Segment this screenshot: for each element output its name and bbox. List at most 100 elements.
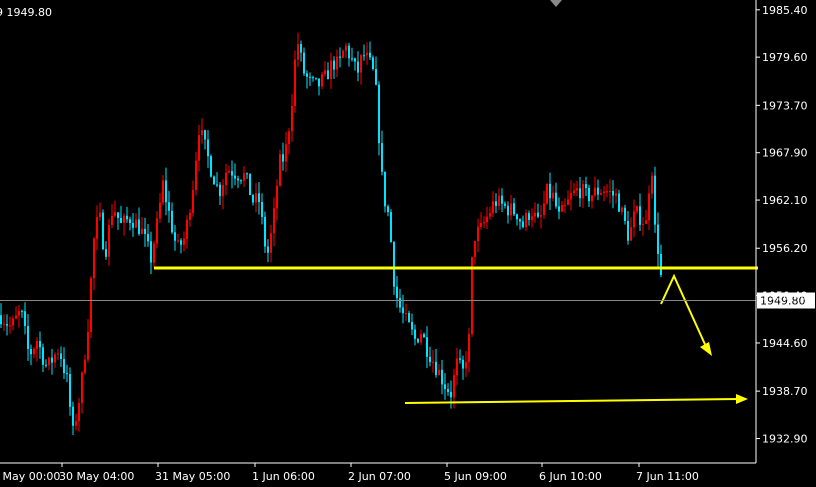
candle-body bbox=[30, 349, 32, 355]
candle-body bbox=[183, 238, 185, 245]
candle-body bbox=[339, 56, 341, 58]
candle-body bbox=[591, 195, 593, 202]
candle-body bbox=[447, 389, 449, 392]
candle-body bbox=[561, 205, 563, 212]
candle-body bbox=[102, 212, 104, 250]
candle-body bbox=[156, 218, 158, 244]
candle-body bbox=[282, 154, 284, 162]
candle-body bbox=[576, 188, 578, 191]
candle-body bbox=[177, 240, 179, 242]
candle-body bbox=[93, 238, 95, 279]
candle-body bbox=[207, 139, 209, 157]
candle-body bbox=[123, 215, 125, 223]
candle-body bbox=[396, 286, 398, 299]
candle-body bbox=[489, 213, 491, 217]
x-tick-label: 9 May 00:00 bbox=[0, 470, 60, 483]
candle-body bbox=[360, 55, 362, 73]
candle-body bbox=[114, 212, 116, 216]
candle-body bbox=[354, 58, 356, 62]
candle-body bbox=[321, 74, 323, 87]
candle-body bbox=[531, 216, 533, 220]
x-tick-label: 31 May 05:00 bbox=[155, 470, 230, 483]
candle-body bbox=[21, 311, 23, 313]
candle-body bbox=[99, 212, 101, 218]
y-tick-label: 1956.20 bbox=[762, 242, 808, 255]
candle-body bbox=[252, 195, 254, 203]
candle-body bbox=[306, 73, 308, 77]
candle-body bbox=[174, 232, 176, 241]
candle-body bbox=[261, 202, 263, 217]
candle-body bbox=[126, 215, 128, 220]
candle-body bbox=[291, 105, 293, 132]
candle-body bbox=[240, 180, 242, 182]
candle-body bbox=[171, 210, 173, 233]
candle-body bbox=[219, 184, 221, 197]
candle-body bbox=[129, 219, 131, 224]
candle-body bbox=[585, 184, 587, 188]
candle-body bbox=[411, 322, 413, 330]
candle-body bbox=[33, 348, 35, 355]
candle-body bbox=[549, 183, 551, 199]
candle-body bbox=[15, 315, 17, 319]
candle-body bbox=[27, 325, 29, 350]
x-tick-label: 1 Jun 06:00 bbox=[252, 470, 315, 483]
candle-body bbox=[24, 311, 26, 326]
candle-body bbox=[522, 221, 524, 228]
candle-body bbox=[150, 241, 152, 263]
candle-body bbox=[579, 188, 581, 199]
candle-body bbox=[84, 359, 86, 373]
candle-body bbox=[108, 225, 110, 257]
candle-body bbox=[333, 60, 335, 70]
y-tick-label: 1985.40 bbox=[762, 4, 808, 17]
candle-body bbox=[255, 193, 257, 203]
candle-body bbox=[534, 212, 536, 217]
candle-body bbox=[573, 190, 575, 194]
candle-body bbox=[501, 195, 503, 204]
candle-body bbox=[510, 203, 512, 216]
candle-body bbox=[180, 240, 182, 245]
candle-body bbox=[423, 334, 425, 338]
candle-body bbox=[234, 175, 236, 179]
candle-body bbox=[48, 357, 50, 366]
candle-body bbox=[195, 160, 197, 190]
candle-body bbox=[648, 193, 650, 221]
candle-body bbox=[525, 213, 527, 228]
candle-body bbox=[633, 211, 635, 228]
candle-body bbox=[210, 156, 212, 177]
candle-body bbox=[465, 362, 467, 369]
y-tick-label: 1944.60 bbox=[762, 337, 808, 350]
y-tick-label: 1938.70 bbox=[762, 385, 808, 398]
candle-body bbox=[45, 364, 47, 366]
candle-body bbox=[159, 202, 161, 219]
candle-body bbox=[54, 354, 56, 363]
candle-body bbox=[588, 187, 590, 202]
candle-body bbox=[378, 84, 380, 144]
candle-body bbox=[273, 208, 275, 234]
candle-body bbox=[186, 219, 188, 239]
candle-body bbox=[69, 374, 71, 407]
candle-body bbox=[258, 193, 260, 203]
candle-body bbox=[222, 185, 224, 197]
x-tick-label: 30 May 04:00 bbox=[59, 470, 134, 483]
candle-body bbox=[498, 195, 500, 206]
candle-body bbox=[36, 340, 38, 349]
candle-body bbox=[297, 44, 299, 60]
candle-body bbox=[621, 207, 623, 212]
candle-body bbox=[375, 69, 377, 85]
candle-body bbox=[543, 203, 545, 215]
candle-body bbox=[462, 359, 464, 369]
candle-body bbox=[651, 175, 653, 194]
candle-body bbox=[645, 220, 647, 224]
candle-body bbox=[402, 307, 404, 314]
chart-background bbox=[0, 0, 816, 487]
candle-body bbox=[630, 227, 632, 241]
candle-body bbox=[315, 77, 317, 79]
candle-body bbox=[618, 193, 620, 212]
candle-body bbox=[513, 203, 515, 215]
candle-body bbox=[288, 131, 290, 145]
candle-body bbox=[3, 324, 5, 326]
candle-body bbox=[57, 353, 59, 355]
candle-body bbox=[18, 311, 20, 316]
candle-body bbox=[519, 219, 521, 222]
candle-body bbox=[483, 222, 485, 224]
